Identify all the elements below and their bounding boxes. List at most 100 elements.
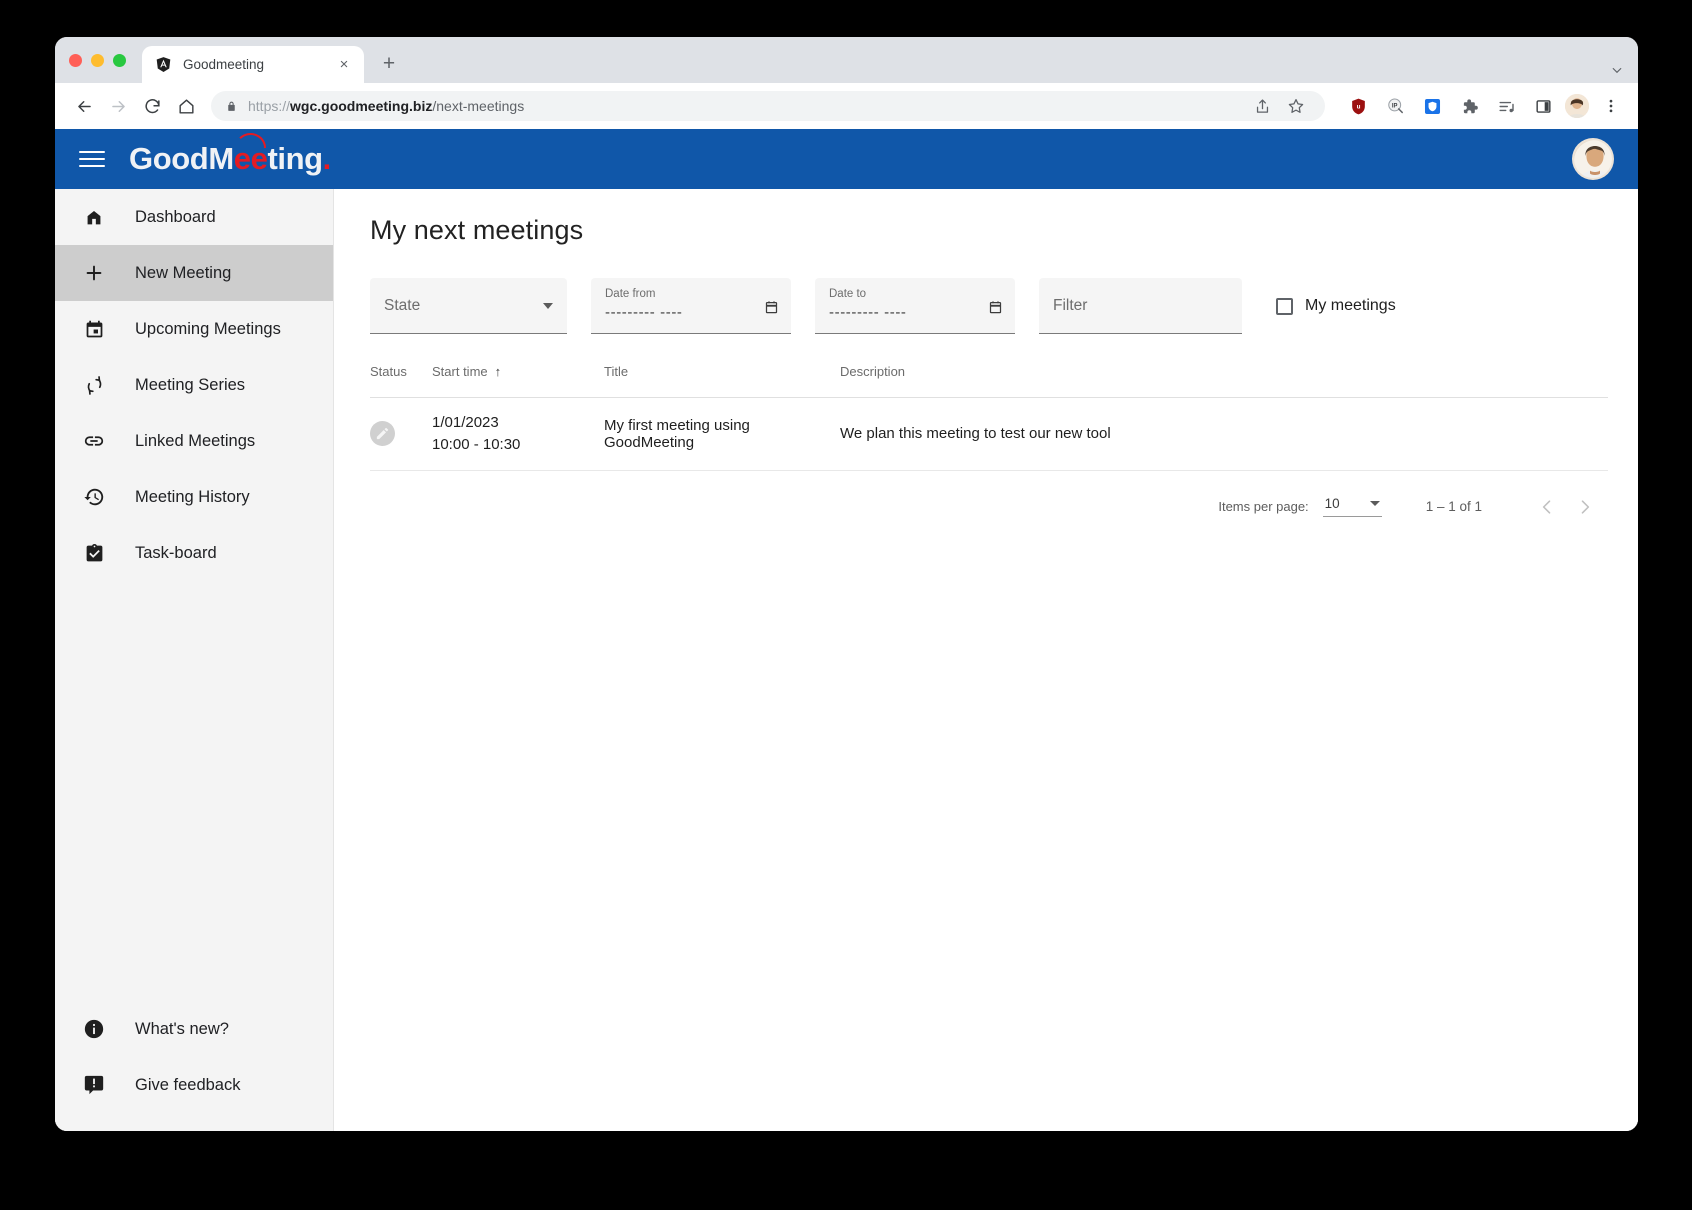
share-icon[interactable] [1247,91,1277,121]
meetings-table: Status Start time ↑ Title Description 1/… [370,364,1608,471]
calendar-icon [81,319,107,340]
browser-tab[interactable]: Goodmeeting × [142,46,364,83]
new-tab-button[interactable]: + [374,49,404,79]
date-to-value: --------- ---- [829,304,907,321]
chevron-down-icon [1369,501,1380,506]
edit-pencil-icon[interactable] [370,421,395,447]
ublock-origin-icon[interactable]: u [1343,91,1373,121]
tab-strip: Goodmeeting × + [55,37,1638,83]
close-tab-button[interactable]: × [334,55,354,75]
table-row[interactable]: 1/01/2023 10:00 - 10:30 My first meeting… [370,397,1608,471]
paginator-range-label: 1 – 1 of 1 [1425,499,1482,514]
my-meetings-checkbox[interactable] [1276,297,1293,315]
column-header-start-time[interactable]: Start time ↑ [432,364,604,398]
sidebar-item-label: Meeting History [135,487,250,506]
extension-icons: u IP [1337,91,1626,121]
state-select[interactable]: State [370,278,567,334]
date-to-field[interactable]: Date to --------- ---- [815,278,1015,334]
paginator: Items per page: 10 1 – 1 of 1 [370,471,1608,526]
close-window-button[interactable] [69,53,82,67]
hamburger-menu-icon[interactable] [75,142,109,176]
reload-button-icon[interactable] [137,91,167,121]
sidebar-item-label: Upcoming Meetings [135,319,281,338]
filter-input-placeholder: Filter [1053,296,1088,314]
info-icon [81,1018,107,1040]
feedback-icon [81,1074,107,1096]
items-per-page-select[interactable]: 10 [1322,496,1382,517]
window-traffic-lights [69,37,142,83]
chrome-menu-icon[interactable] [1596,91,1626,121]
forward-button-icon[interactable] [103,91,133,121]
home-button-icon[interactable] [171,91,201,121]
svg-text:u: u [1356,103,1360,110]
ip-lookup-icon[interactable]: IP [1380,91,1410,121]
next-page-button[interactable] [1566,488,1604,526]
link-icon [81,430,107,452]
profile-avatar[interactable] [1565,94,1589,118]
blue-shield-icon[interactable] [1417,91,1447,121]
sidebar-item-task-board[interactable]: Task-board [55,525,333,581]
calendar-picker-icon[interactable] [764,299,779,320]
meeting-date: 1/01/2023 [432,414,499,431]
cell-start-time: 1/01/2023 10:00 - 10:30 [432,397,604,471]
previous-page-button[interactable] [1528,488,1566,526]
bookmark-star-icon[interactable] [1281,91,1311,121]
repeat-icon [81,375,107,396]
sidebar-item-new-meeting[interactable]: New Meeting [55,245,333,301]
sidebar-item-upcoming-meetings[interactable]: Upcoming Meetings [55,301,333,357]
cell-title: My first meeting using GoodMeeting [604,397,840,471]
logo-accent: ee [233,133,268,176]
date-to-label: Date to [829,288,867,300]
sidebar-item-dashboard[interactable]: Dashboard [55,189,333,245]
filter-bar: State Date from --------- ---- Date to -… [370,278,1608,334]
tabstrip-chevron-down-icon[interactable] [1610,63,1624,77]
sidebar-secondary-nav: What's new? Give feedback [55,1001,333,1131]
back-button-icon[interactable] [69,91,99,121]
items-per-page-value: 10 [1324,496,1340,511]
sidebar-item-give-feedback[interactable]: Give feedback [55,1057,333,1113]
sidebar-item-label: What's new? [135,1019,229,1038]
plus-icon [81,262,107,284]
page-title: My next meetings [370,215,584,245]
browser-window: Goodmeeting × + https://wgc.goodmeeting.… [55,37,1638,1131]
sidebar-item-meeting-series[interactable]: Meeting Series [55,357,333,413]
column-header-description[interactable]: Description [840,364,1608,398]
sort-ascending-icon: ↑ [494,364,502,379]
svg-text:IP: IP [1391,103,1397,109]
sidebar-item-linked-meetings[interactable]: Linked Meetings [55,413,333,469]
clipboard-check-icon [81,543,107,564]
column-header-status[interactable]: Status [370,364,432,398]
column-header-start-time-label: Start time [432,364,488,379]
sidebar-item-label: Meeting Series [135,375,246,394]
puzzle-extensions-icon[interactable] [1454,91,1484,121]
user-avatar[interactable] [1572,138,1614,180]
side-panel-icon[interactable] [1528,91,1558,121]
filter-input[interactable]: Filter [1039,278,1242,334]
app-header: GoodM ee ting. [55,129,1638,189]
date-from-value: --------- ---- [605,304,683,321]
app-logo[interactable]: GoodM ee ting. [129,133,331,177]
browser-toolbar: https://wgc.goodmeeting.biz/next-meeting… [55,83,1638,129]
lock-icon [225,100,238,113]
sidebar-item-meeting-history[interactable]: Meeting History [55,469,333,525]
goodmeeting-app: GoodM ee ting. Dashboard New Meeting Upc… [55,129,1638,1131]
chevron-down-icon[interactable] [543,302,553,309]
address-bar-url: https://wgc.goodmeeting.biz/next-meeting… [248,98,525,114]
items-per-page-label: Items per page: [1218,499,1309,514]
date-from-field[interactable]: Date from --------- ---- [591,278,791,334]
sidebar-primary-nav: Dashboard New Meeting Upcoming Meetings [55,189,333,581]
logo-part-two: ting [267,141,323,176]
sidebar-item-label: Give feedback [135,1075,241,1094]
meeting-time: 10:00 - 10:30 [432,435,521,453]
reading-list-icon[interactable] [1491,91,1521,121]
sidebar-item-whats-new[interactable]: What's new? [55,1001,333,1057]
minimize-window-button[interactable] [91,53,104,67]
calendar-picker-icon[interactable] [988,299,1003,320]
my-meetings-checkbox-row[interactable]: My meetings [1266,278,1396,334]
logo-part-one: GoodM [129,141,234,176]
address-bar[interactable]: https://wgc.goodmeeting.biz/next-meeting… [211,91,1325,121]
sidebar-item-label: Dashboard [135,207,216,226]
maximize-window-button[interactable] [113,53,126,67]
column-header-title[interactable]: Title [604,364,840,398]
table-head: Status Start time ↑ Title Description [370,364,1608,398]
